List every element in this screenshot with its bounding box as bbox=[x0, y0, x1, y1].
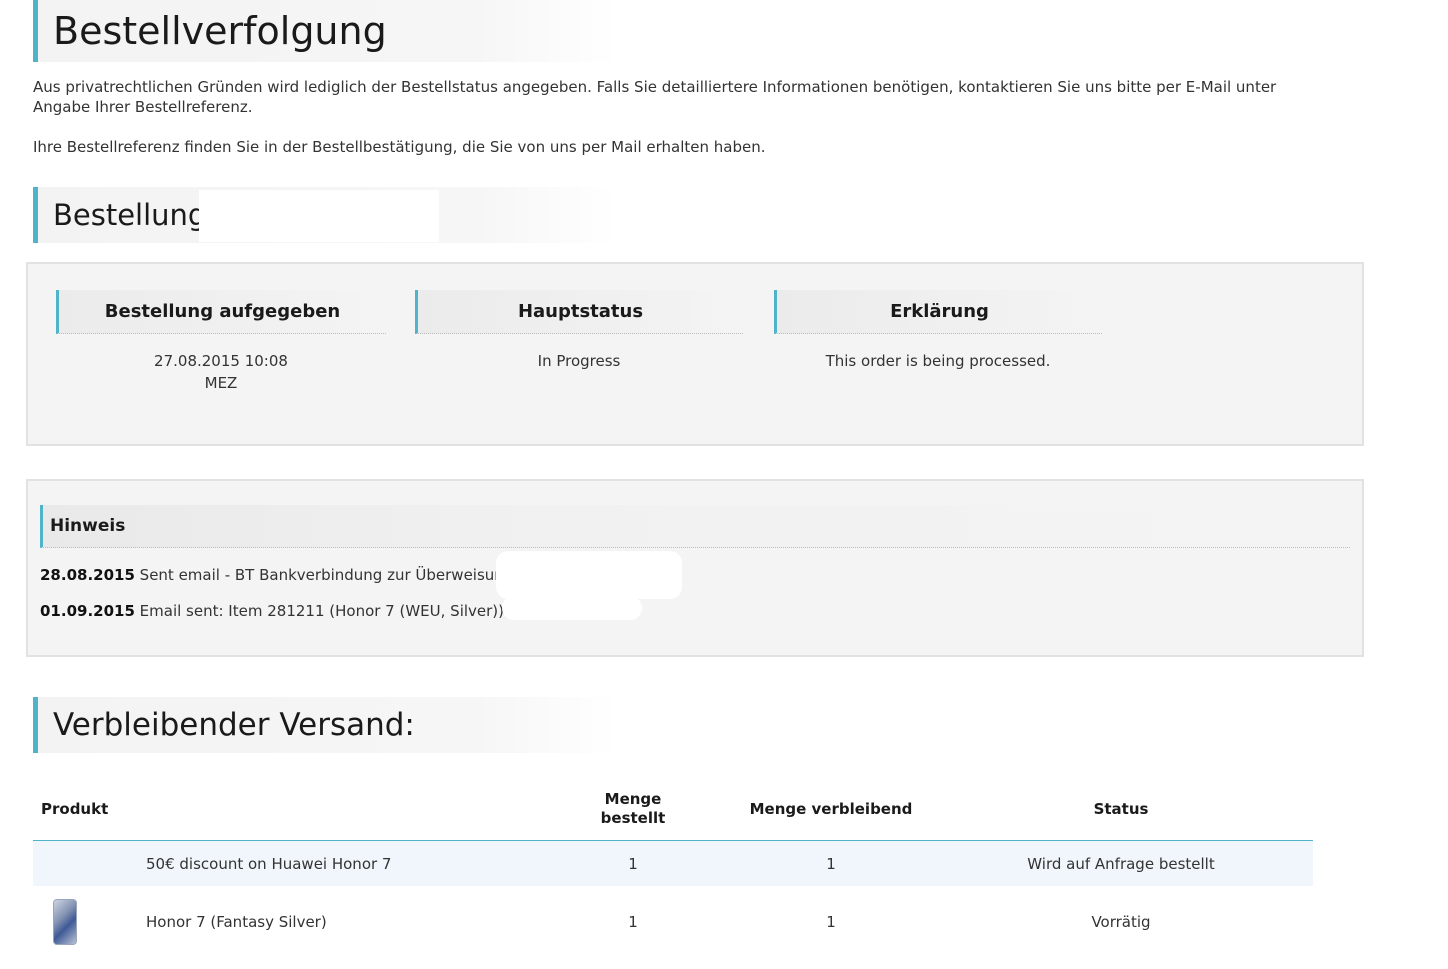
order-placed-datetime: 27.08.2015 10:08 bbox=[154, 352, 288, 370]
redacted-note-detail bbox=[496, 551, 682, 599]
order-section-title-text: Bestellung: bbox=[53, 198, 217, 232]
column-header-status: Status bbox=[929, 778, 1313, 841]
redacted-order-number bbox=[199, 190, 439, 242]
note-date: 01.09.2015 bbox=[40, 602, 135, 620]
qty-ordered: 1 bbox=[533, 840, 733, 886]
note-date: 28.08.2015 bbox=[40, 566, 135, 584]
product-name: 50€ discount on Huawei Honor 7 bbox=[133, 840, 533, 886]
column-header-product: Produkt bbox=[33, 778, 533, 841]
table-row: Honor 7 (Fantasy Silver) 1 1 Vorrätig bbox=[33, 886, 1313, 958]
order-placed-timezone: MEZ bbox=[204, 374, 238, 392]
phone-image[interactable] bbox=[53, 899, 77, 945]
note-text: Email sent: Item 281211 (Honor 7 (WEU, S… bbox=[134, 602, 505, 620]
intro-paragraph-privacy: Aus privatrechtlichen Gründen wird ledig… bbox=[33, 78, 1277, 116]
qty-ordered: 1 bbox=[628, 913, 638, 931]
table-header-row: Produkt Menge bestellt Menge verbleibend… bbox=[33, 778, 1313, 841]
note-item: 28.08.2015 Sent email - BT Bankverbindun… bbox=[40, 566, 513, 584]
column-header-qty-remaining: Menge verbleibend bbox=[733, 778, 929, 841]
product-image-cell bbox=[33, 840, 133, 886]
page-title: Bestellverfolgung bbox=[33, 0, 619, 62]
order-column-status: Hauptstatus In Progress bbox=[415, 290, 743, 372]
order-column-header: Erklärung bbox=[774, 290, 1102, 334]
intro-paragraph-reference: Ihre Bestellreferenz finden Sie in der B… bbox=[33, 138, 766, 156]
notes-panel: Hinweis 28.08.2015 Sent email - BT Bankv… bbox=[26, 479, 1364, 657]
order-column-explanation: Erklärung This order is being processed. bbox=[774, 290, 1102, 372]
shipping-section-title: Verbleibender Versand: bbox=[33, 697, 619, 753]
order-status-value: In Progress bbox=[537, 352, 621, 370]
product-image-cell bbox=[33, 886, 133, 958]
order-explanation-value: This order is being processed. bbox=[825, 352, 1051, 370]
item-status: Wird auf Anfrage bestellt bbox=[929, 840, 1313, 886]
order-column-header: Bestellung aufgegeben bbox=[56, 290, 386, 334]
item-status: Vorrätig bbox=[1091, 913, 1151, 931]
order-placed-value: 27.08.2015 10:08 MEZ bbox=[56, 350, 386, 394]
notes-title: Hinweis bbox=[40, 505, 1350, 548]
note-item: 01.09.2015 Email sent: Item 281211 (Hono… bbox=[40, 602, 504, 620]
order-column-header: Hauptstatus bbox=[415, 290, 743, 334]
redacted-note-detail bbox=[502, 596, 642, 620]
table-row: 50€ discount on Huawei Honor 7 1 1 Wird … bbox=[33, 840, 1313, 886]
column-header-qty-ordered: Menge bestellt bbox=[533, 778, 733, 841]
qty-remaining: 1 bbox=[733, 840, 929, 886]
order-summary-panel: Bestellung aufgegeben 27.08.2015 10:08 M… bbox=[26, 262, 1364, 446]
order-column-placed: Bestellung aufgegeben 27.08.2015 10:08 M… bbox=[56, 290, 386, 394]
shipping-section-title-text: Verbleibender Versand: bbox=[53, 707, 415, 743]
page-title-text: Bestellverfolgung bbox=[53, 9, 387, 53]
product-name: Honor 7 (Fantasy Silver) bbox=[146, 913, 327, 931]
qty-remaining: 1 bbox=[826, 913, 836, 931]
note-text: Sent email - BT Bankverbindung zur Überw… bbox=[134, 566, 514, 584]
remaining-shipping-table: Produkt Menge bestellt Menge verbleibend… bbox=[33, 778, 1313, 958]
